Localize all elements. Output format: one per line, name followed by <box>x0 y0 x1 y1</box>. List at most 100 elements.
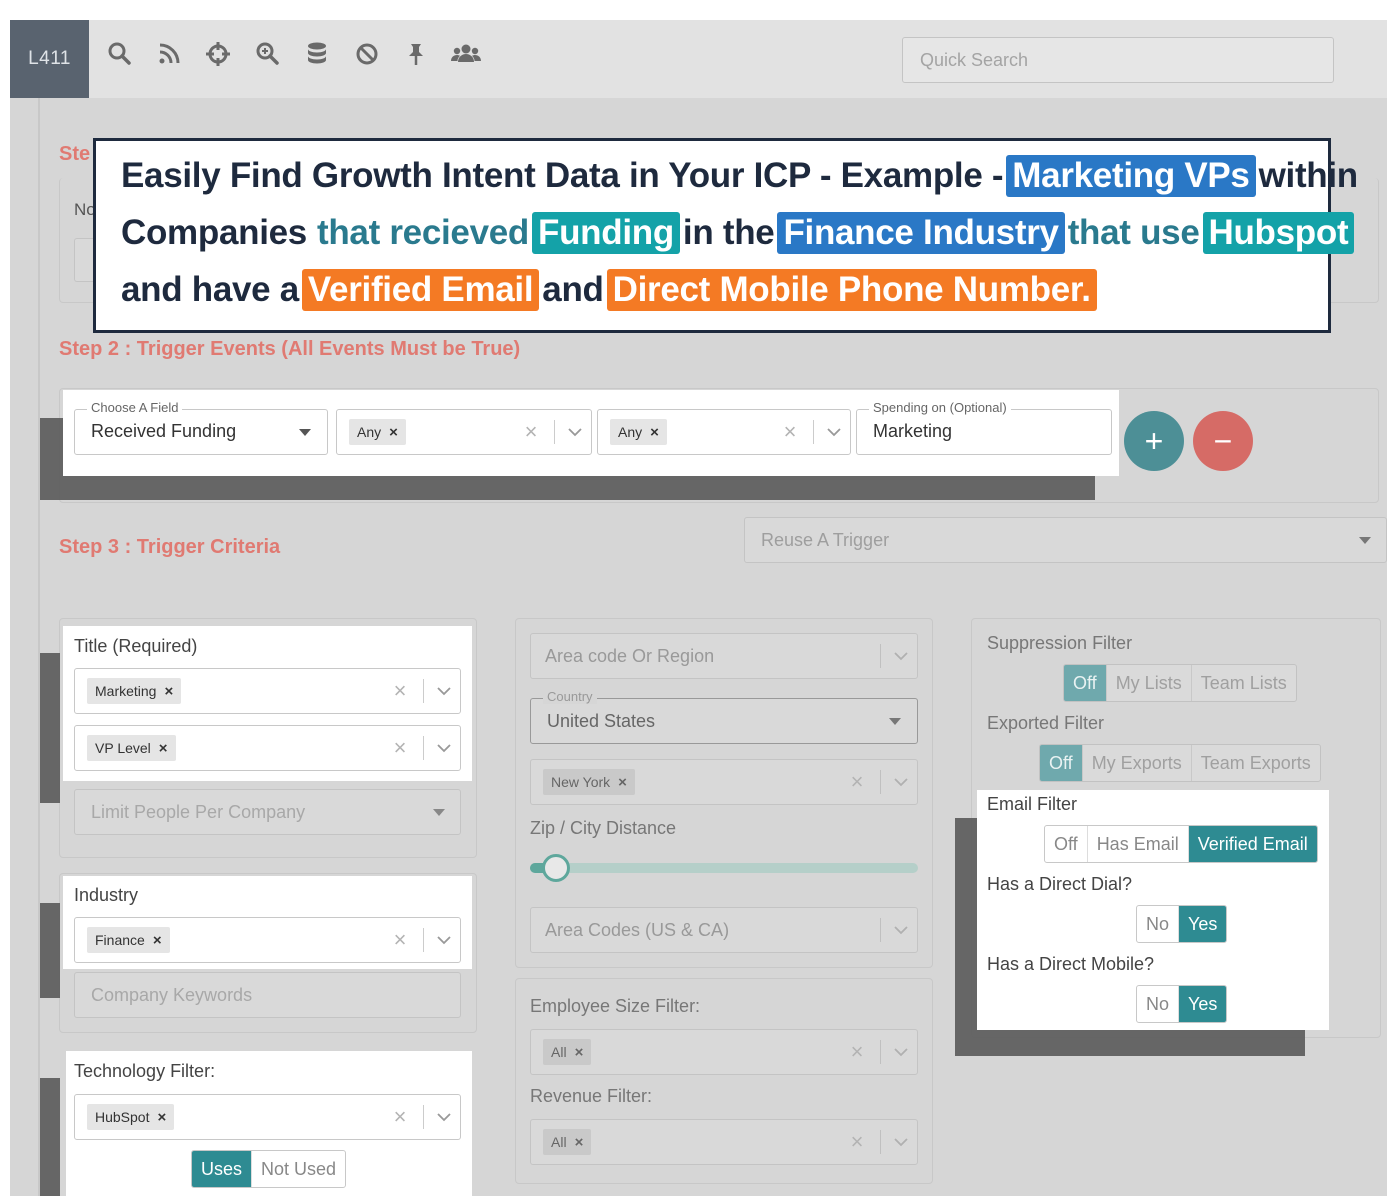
revenue-tag[interactable]: All × <box>543 1129 592 1155</box>
clear-icon[interactable]: × <box>389 735 411 761</box>
qualifier-tag-2[interactable]: Any × <box>610 419 667 445</box>
event-qualifier-select-1[interactable]: Any × × <box>336 409 592 455</box>
remove-tag-icon[interactable]: × <box>153 932 162 949</box>
direct-dial-yes[interactable]: Yes <box>1179 906 1227 942</box>
chevron-down-icon[interactable] <box>893 1134 909 1150</box>
email-filter-verified[interactable]: Verified Email <box>1188 826 1317 862</box>
employee-size-tag[interactable]: All × <box>543 1039 592 1065</box>
pin-icon[interactable] <box>402 40 430 68</box>
banner-text: within <box>1258 156 1359 195</box>
chevron-down-icon[interactable] <box>567 424 583 440</box>
banner-line-3: and have a Verified Email and Direct Mob… <box>121 269 1100 311</box>
clear-icon[interactable]: × <box>520 419 542 445</box>
title-tag-marketing[interactable]: Marketing × <box>87 678 182 704</box>
clear-icon[interactable]: × <box>389 678 411 704</box>
suppression-my-lists[interactable]: My Lists <box>1107 665 1192 701</box>
add-event-button[interactable]: + <box>1124 411 1184 471</box>
country-select[interactable]: Country United States <box>530 689 918 744</box>
chevron-down-icon[interactable] <box>436 932 452 948</box>
chevron-down-icon[interactable] <box>826 424 842 440</box>
industry-select[interactable]: Finance × × <box>74 917 461 963</box>
chevron-down-icon[interactable] <box>436 740 452 756</box>
email-filter-off[interactable]: Off <box>1045 826 1088 862</box>
direct-dial-no[interactable]: No <box>1137 906 1180 942</box>
exported-team-exports[interactable]: Team Exports <box>1192 745 1320 781</box>
company-keywords-input[interactable]: Company Keywords <box>74 972 461 1018</box>
email-filter-has-email[interactable]: Has Email <box>1088 826 1189 862</box>
industry-tag-finance[interactable]: Finance × <box>87 927 170 953</box>
limit-people-select[interactable]: Limit People Per Company <box>74 789 461 835</box>
clear-icon[interactable]: × <box>846 1039 868 1065</box>
banner-highlight-funding: Funding <box>532 212 680 254</box>
employee-size-tag-label: All <box>551 1044 567 1060</box>
chevron-down-icon[interactable] <box>893 1044 909 1060</box>
technology-select[interactable]: HubSpot × × <box>74 1094 461 1140</box>
technology-usage-toggle[interactable]: Uses Not Used <box>191 1150 347 1188</box>
area-region-select[interactable]: Area code Or Region <box>530 633 918 679</box>
chevron-down-icon[interactable] <box>436 683 452 699</box>
industry-shadow <box>40 903 60 998</box>
employee-size-select[interactable]: All × × <box>530 1029 918 1075</box>
state-tag[interactable]: New York × <box>543 769 635 795</box>
remove-tag-icon[interactable]: × <box>575 1134 584 1151</box>
clear-icon[interactable]: × <box>846 769 868 795</box>
choose-field-value: Received Funding <box>91 421 237 441</box>
users-icon[interactable] <box>450 40 482 68</box>
rss-icon[interactable] <box>155 40 183 68</box>
clear-icon[interactable]: × <box>389 1104 411 1130</box>
chevron-down-icon[interactable] <box>893 774 909 790</box>
direct-dial-toggle[interactable]: No Yes <box>1136 905 1228 943</box>
remove-event-button[interactable]: − <box>1193 411 1253 471</box>
title-tag-vp-level-label: VP Level <box>95 740 151 756</box>
state-select[interactable]: New York × × <box>530 759 918 805</box>
remove-tag-icon[interactable]: × <box>389 424 398 441</box>
ban-icon[interactable] <box>353 40 381 68</box>
chevron-down-icon[interactable] <box>436 1109 452 1125</box>
chevron-down-icon[interactable] <box>893 648 909 664</box>
caret-down-icon <box>299 429 311 436</box>
remove-tag-icon[interactable]: × <box>159 740 168 757</box>
slider-handle[interactable] <box>542 854 570 882</box>
zoom-in-icon[interactable] <box>254 40 282 68</box>
choose-field-select[interactable]: Choose A Field Received Funding <box>74 400 328 455</box>
reuse-trigger-select[interactable]: Reuse A Trigger <box>744 517 1387 563</box>
suppression-toggle[interactable]: Off My Lists Team Lists <box>1063 664 1297 702</box>
qualifier-tag-1[interactable]: Any × <box>349 419 406 445</box>
exported-toggle[interactable]: Off My Exports Team Exports <box>1039 744 1321 782</box>
banner-highlight-marketing-vps: Marketing VPs <box>1006 155 1256 197</box>
remove-tag-icon[interactable]: × <box>618 774 627 791</box>
event-qualifier-select-2[interactable]: Any × × <box>597 409 851 455</box>
technology-tag-hubspot[interactable]: HubSpot × <box>87 1104 175 1130</box>
spending-input[interactable]: Spending on (Optional) Marketing <box>856 400 1112 455</box>
technology-uses-option[interactable]: Uses <box>192 1151 253 1187</box>
clear-icon[interactable]: × <box>389 927 411 953</box>
exported-my-exports[interactable]: My Exports <box>1083 745 1192 781</box>
quick-search-input[interactable] <box>902 37 1334 83</box>
database-icon[interactable] <box>303 40 331 68</box>
area-codes-select[interactable]: Area Codes (US & CA) <box>530 907 918 953</box>
remove-tag-icon[interactable]: × <box>650 424 659 441</box>
direct-mobile-toggle[interactable]: No Yes <box>1136 985 1228 1023</box>
title-select-1[interactable]: Marketing × × <box>74 668 461 714</box>
chevron-down-icon[interactable] <box>893 922 909 938</box>
technology-not-used-option[interactable]: Not Used <box>252 1151 345 1187</box>
direct-mobile-no[interactable]: No <box>1137 986 1180 1022</box>
remove-tag-icon[interactable]: × <box>164 683 173 700</box>
remove-tag-icon[interactable]: × <box>575 1044 584 1061</box>
clear-icon[interactable]: × <box>846 1129 868 1155</box>
area-region-placeholder: Area code Or Region <box>545 646 715 666</box>
search-icon[interactable] <box>106 40 134 68</box>
email-filter-toggle[interactable]: Off Has Email Verified Email <box>1044 825 1318 863</box>
zip-distance-slider[interactable] <box>530 854 918 882</box>
suppression-team-lists[interactable]: Team Lists <box>1192 665 1296 701</box>
title-tag-vp-level[interactable]: VP Level × <box>87 735 176 761</box>
crosshair-icon[interactable] <box>204 40 232 68</box>
title-select-2[interactable]: VP Level × × <box>74 725 461 771</box>
exported-off[interactable]: Off <box>1040 745 1083 781</box>
revenue-select[interactable]: All × × <box>530 1119 918 1165</box>
suppression-off[interactable]: Off <box>1064 665 1107 701</box>
direct-mobile-yes[interactable]: Yes <box>1179 986 1227 1022</box>
remove-tag-icon[interactable]: × <box>157 1109 166 1126</box>
brand-logo[interactable]: L411 <box>10 20 89 98</box>
clear-icon[interactable]: × <box>779 419 801 445</box>
